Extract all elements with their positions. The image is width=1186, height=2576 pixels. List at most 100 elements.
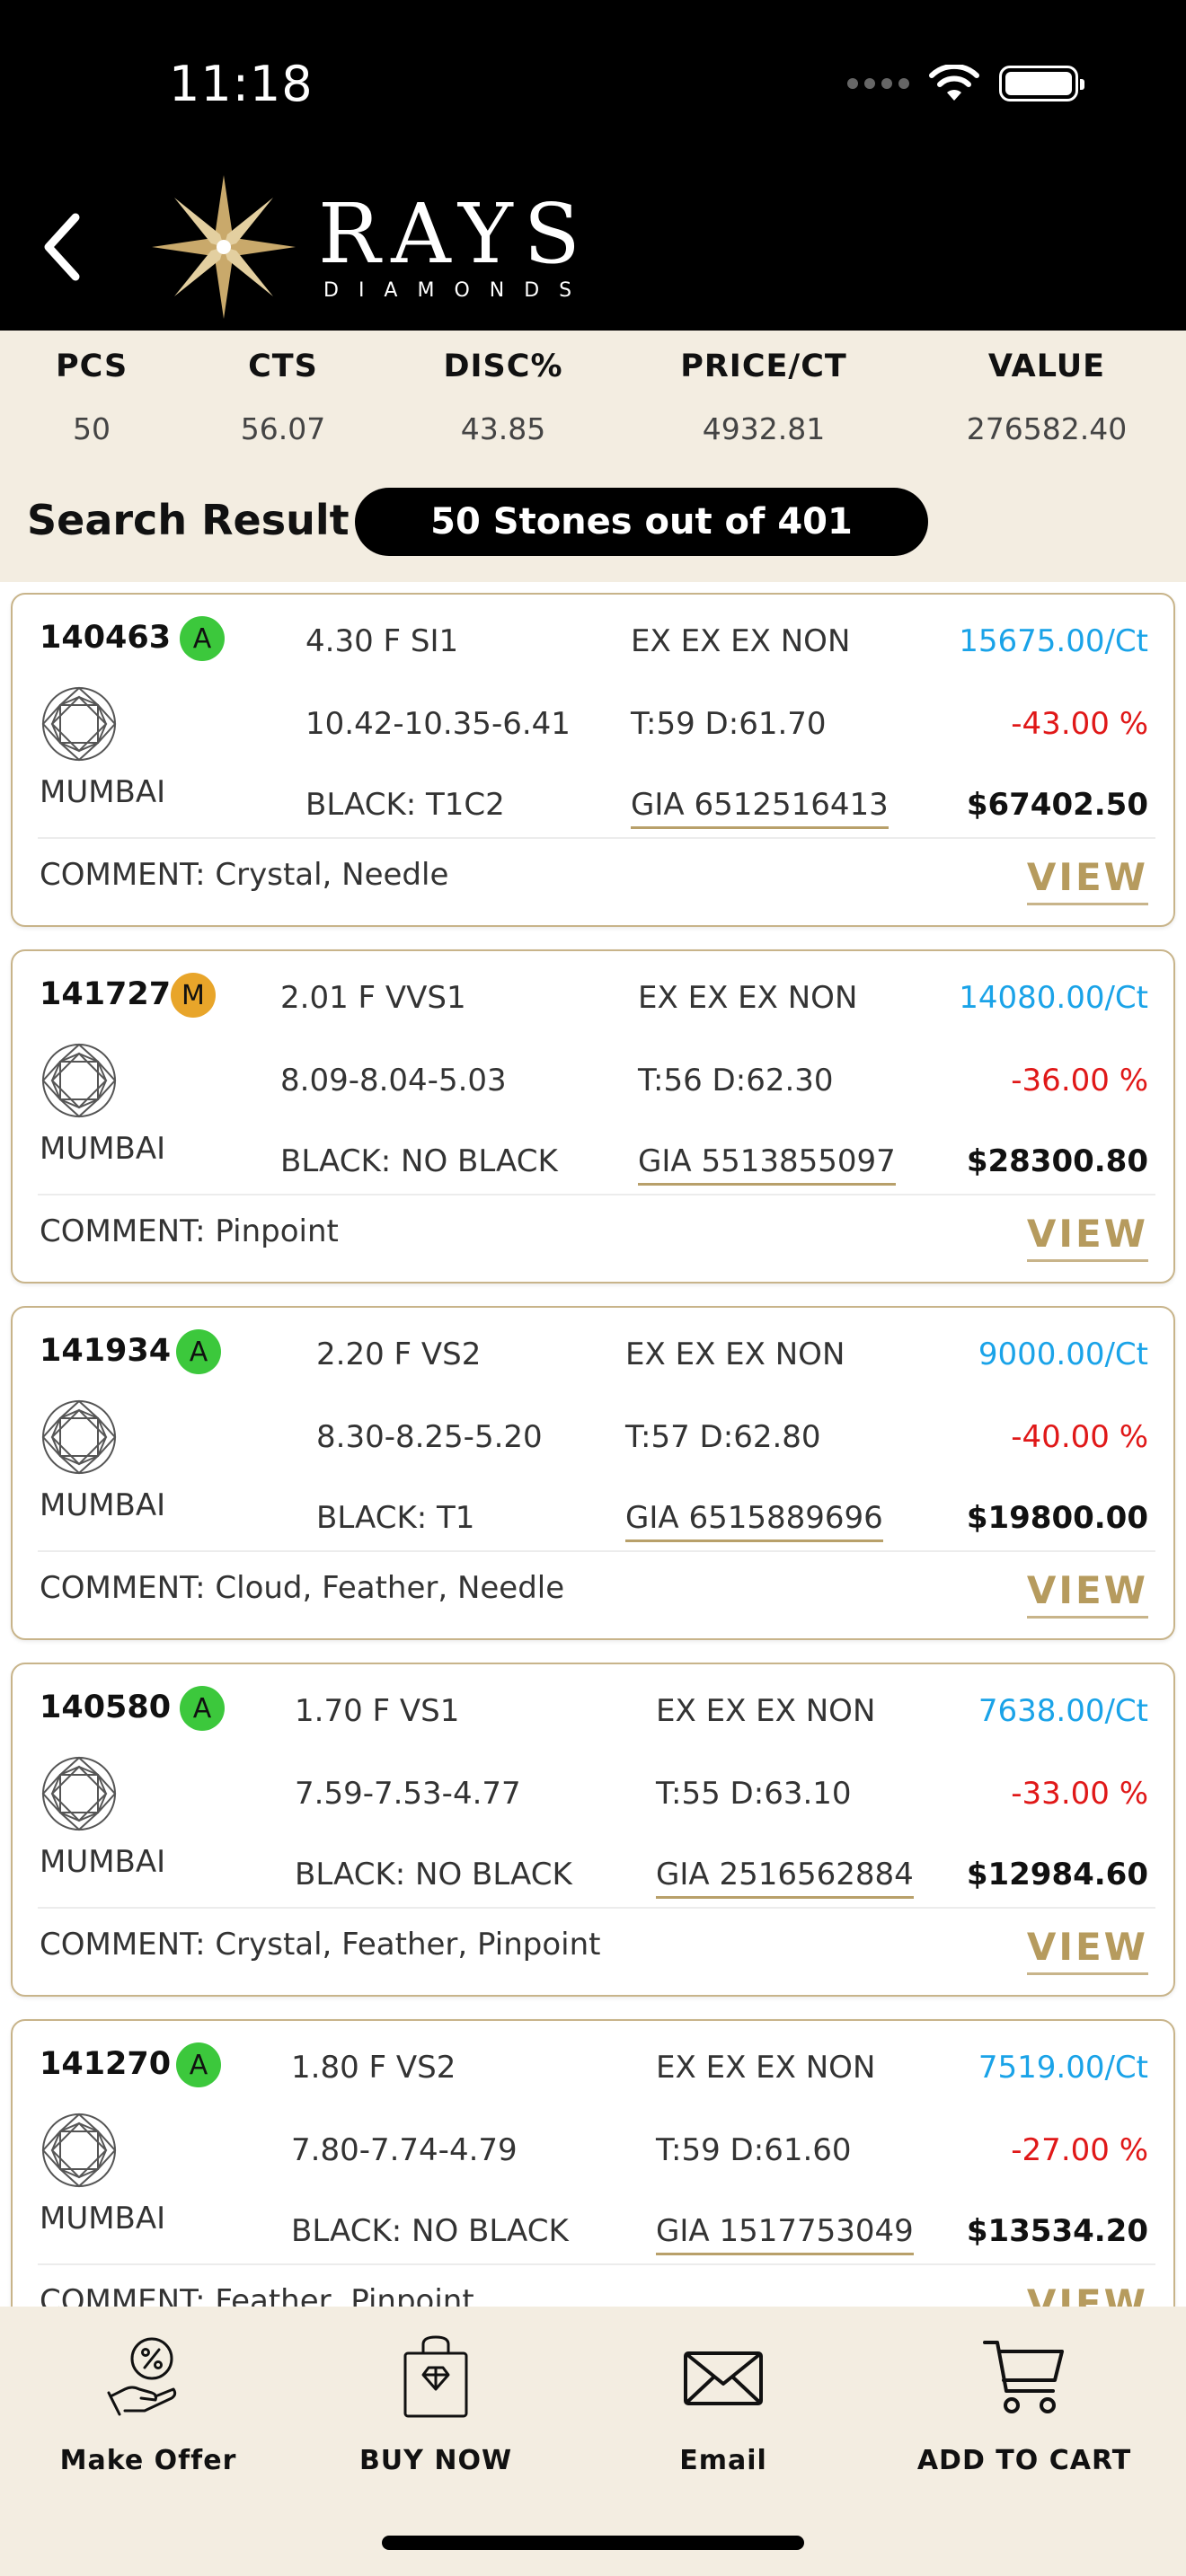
stone-discount: -33.00 %	[1011, 1776, 1148, 1812]
star-logo-icon	[152, 175, 296, 319]
search-result-title: Search Result	[27, 496, 350, 544]
round-diamond-icon	[41, 686, 117, 762]
envelope-icon	[684, 2351, 763, 2405]
search-result-header: Search Result 50 Stones out of 401	[27, 485, 928, 556]
battery-icon	[999, 66, 1084, 101]
availability-badge: A	[176, 2042, 221, 2087]
make-offer-label: Make Offer	[59, 2445, 237, 2476]
stone-value: $12984.60	[966, 1857, 1148, 1892]
stone-location: MUMBAI	[40, 1487, 166, 1523]
stone-measurements: 8.30-8.25-5.20	[316, 1419, 543, 1455]
stone-black: BLACK: NO BLACK	[291, 2213, 569, 2249]
status-time: 11:18	[169, 56, 314, 112]
stone-spec: 1.70 F VS1	[295, 1693, 460, 1729]
make-offer-icon	[107, 2337, 177, 2416]
stone-measurements: 8.09-8.04-5.03	[280, 1063, 507, 1098]
stone-measurements: 7.59-7.53-4.77	[295, 1776, 521, 1812]
view-button[interactable]: VIEW	[1026, 1925, 1148, 1975]
stone-card[interactable]: 140580 A MUMBAI 1.70 F VS1 7.59-7.53-4.7…	[11, 1663, 1175, 1997]
stone-spec: 2.20 F VS2	[316, 1337, 482, 1372]
stone-comment: COMMENT: Pinpoint	[40, 1213, 339, 1249]
view-button[interactable]: VIEW	[1026, 1212, 1148, 1262]
stone-measurements: 7.80-7.74-4.79	[291, 2132, 518, 2168]
summary-price-ct: PRICE/CT 4932.81	[680, 348, 847, 446]
stone-cut: EX EX EX NON	[656, 2050, 876, 2086]
stone-card[interactable]: 141270 A MUMBAI 1.80 F VS2 7.80-7.74-4.7…	[11, 2019, 1175, 2307]
signal-icon	[847, 78, 909, 89]
home-indicator[interactable]	[382, 2536, 804, 2550]
divider	[38, 1194, 1155, 1195]
back-chevron-icon[interactable]	[36, 207, 90, 287]
brand-sub: DIAMONDS	[323, 278, 592, 302]
stone-spec: 2.01 F VVS1	[280, 980, 466, 1016]
stone-value: $67402.50	[966, 787, 1148, 823]
add-to-cart-label: ADD TO CART	[916, 2445, 1132, 2476]
stone-id: 141934	[40, 1333, 172, 1369]
status-icons	[847, 65, 1084, 102]
shopping-bag-icon	[403, 2335, 468, 2418]
stone-certificate-link[interactable]: GIA 5513855097	[638, 1143, 896, 1186]
stone-black: BLACK: NO BLACK	[295, 1857, 572, 1892]
stone-id: 141270	[40, 2046, 172, 2082]
stone-certificate-link[interactable]: GIA 1517753049	[656, 2213, 914, 2255]
stone-certificate-link[interactable]: GIA 2516562884	[656, 1857, 914, 1899]
availability-badge: A	[180, 616, 225, 661]
stone-price-per-ct: 9000.00/Ct	[978, 1337, 1148, 1372]
stone-value: $19800.00	[966, 1500, 1148, 1536]
stone-card[interactable]: 141934 A MUMBAI 2.20 F VS2 8.30-8.25-5.2…	[11, 1306, 1175, 1640]
stone-cut: EX EX EX NON	[656, 1693, 876, 1729]
summary-strip: PCS 50 CTS 56.07 DISC% 43.85 PRICE/CT 49…	[0, 331, 1186, 465]
view-button[interactable]: VIEW	[1026, 1568, 1148, 1619]
round-diamond-icon	[41, 1043, 117, 1118]
stone-list[interactable]: 140463 A MUMBAI 4.30 F SI1 10.42-10.35-6…	[0, 582, 1186, 2307]
make-offer-button[interactable]: Make Offer	[54, 2333, 243, 2476]
status-bar: 11:18	[0, 0, 1186, 162]
stone-comment: COMMENT: Feather, Pinpoint	[40, 2283, 474, 2307]
stone-location: MUMBAI	[40, 774, 166, 810]
stone-discount: -43.00 %	[1011, 706, 1148, 742]
stone-id: 140580	[40, 1689, 172, 1725]
round-diamond-icon	[41, 2113, 117, 2188]
availability-badge: A	[176, 1329, 221, 1374]
stone-price-per-ct: 7638.00/Ct	[978, 1693, 1148, 1729]
stone-comment: COMMENT: Crystal, Needle	[40, 857, 449, 893]
stone-discount: -36.00 %	[1011, 1063, 1148, 1098]
stone-table-depth: T:59 D:61.60	[656, 2132, 852, 2168]
email-button[interactable]: Email	[629, 2333, 818, 2476]
stone-price-per-ct: 14080.00/Ct	[959, 980, 1148, 1016]
divider	[38, 1550, 1155, 1552]
summary-pcs: PCS 50	[56, 348, 128, 446]
stone-location: MUMBAI	[40, 2201, 166, 2236]
stone-card[interactable]: 140463 A MUMBAI 4.30 F SI1 10.42-10.35-6…	[11, 593, 1175, 927]
stone-table-depth: T:56 D:62.30	[638, 1063, 834, 1098]
stone-price-per-ct: 15675.00/Ct	[959, 623, 1148, 659]
stone-comment: COMMENT: Cloud, Feather, Needle	[40, 1570, 565, 1606]
stone-discount: -27.00 %	[1011, 2132, 1148, 2168]
buy-now-label: BUY NOW	[358, 2445, 513, 2476]
stone-spec: 1.80 F VS2	[291, 2050, 456, 2086]
stone-certificate-link[interactable]: GIA 6515889696	[625, 1500, 883, 1542]
stone-cut: EX EX EX NON	[625, 1337, 845, 1372]
stone-certificate-link[interactable]: GIA 6512516413	[631, 787, 889, 829]
stone-table-depth: T:59 D:61.70	[631, 706, 827, 742]
stone-location: MUMBAI	[40, 1844, 166, 1880]
summary-cts: CTS 56.07	[240, 348, 326, 446]
divider	[38, 1907, 1155, 1909]
stone-id: 140463	[40, 620, 172, 656]
brand-logo: RAYS DIAMONDS	[147, 171, 591, 323]
buy-now-button[interactable]: BUY NOW	[341, 2333, 530, 2476]
stone-discount: -40.00 %	[1011, 1419, 1148, 1455]
add-to-cart-button[interactable]: ADD TO CART	[907, 2333, 1141, 2476]
stone-id: 141727	[40, 976, 172, 1012]
view-button[interactable]: VIEW	[1027, 2281, 1148, 2307]
cart-icon	[983, 2341, 1064, 2413]
stone-black: BLACK: T1C2	[305, 787, 505, 823]
stone-cut: EX EX EX NON	[631, 623, 851, 659]
brand-name: RAYS	[318, 185, 591, 282]
stone-card[interactable]: 141727 M MUMBAI 2.01 F VVS1 8.09-8.04-5.…	[11, 949, 1175, 1284]
summary-disc: DISC% 43.85	[443, 348, 563, 446]
stone-table-depth: T:57 D:62.80	[625, 1419, 821, 1455]
stone-value: $13534.20	[966, 2213, 1148, 2249]
round-diamond-icon	[41, 1399, 117, 1475]
view-button[interactable]: VIEW	[1026, 855, 1148, 905]
